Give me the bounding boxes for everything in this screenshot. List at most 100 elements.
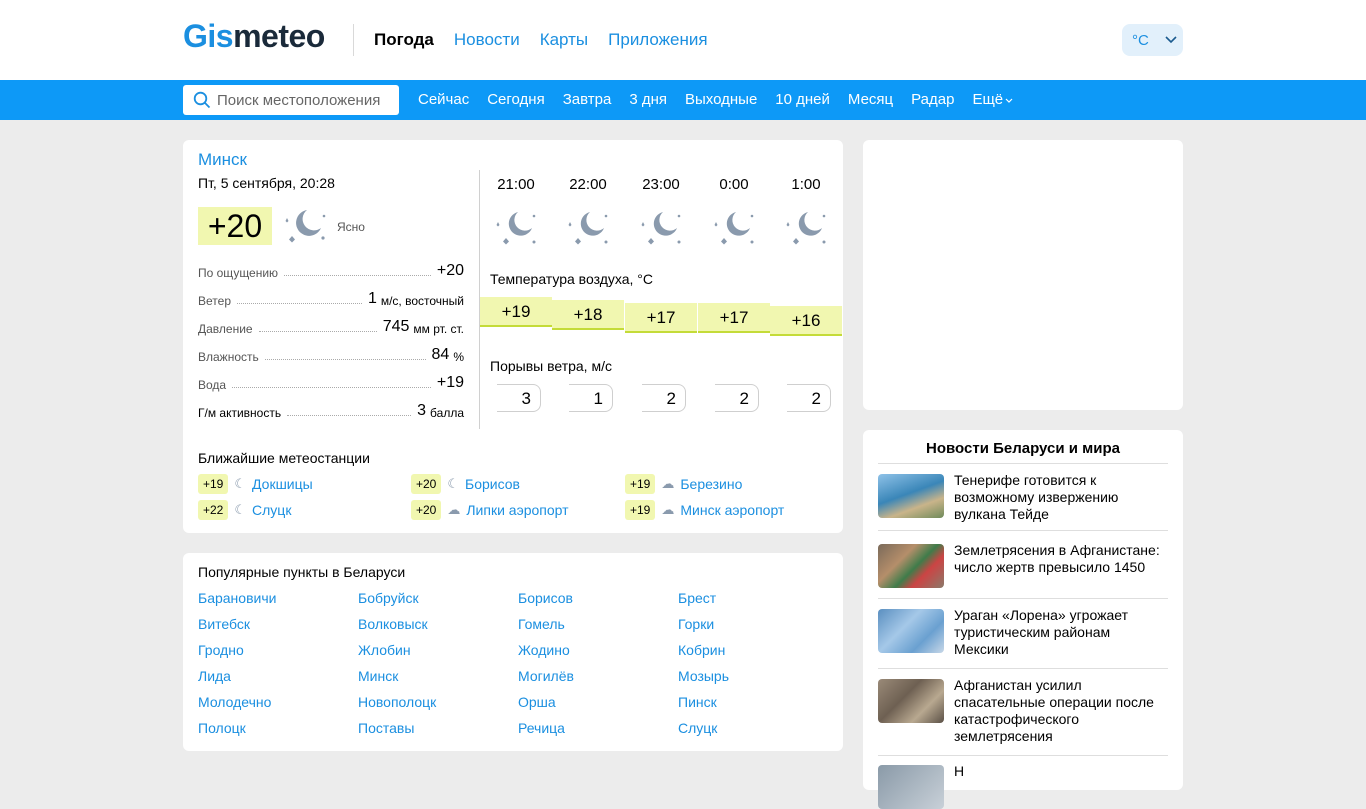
subnav-today[interactable]: Сегодня bbox=[487, 90, 545, 110]
site-header: Gismeteo Погода Новости Карты Приложения… bbox=[0, 0, 1366, 80]
detail-row-water: Вода +19 bbox=[198, 374, 464, 392]
news-link[interactable]: Землетрясения в Афганистане: число жертв… bbox=[954, 542, 1168, 576]
subnav-3days[interactable]: 3 дня bbox=[629, 90, 667, 110]
hourly-temperature-bar: +17 bbox=[625, 303, 697, 333]
news-link[interactable]: Ураган «Лорена» угрожает туристическим р… bbox=[954, 607, 1168, 658]
subnav-now[interactable]: Сейчас bbox=[418, 90, 469, 110]
detail-row-geomagnetic: Г/м активность 3 балла bbox=[198, 402, 464, 420]
popular-place-link[interactable]: Лида bbox=[198, 668, 231, 684]
nav-news[interactable]: Новости bbox=[454, 30, 520, 50]
popular-place-link[interactable]: Минск bbox=[358, 668, 398, 684]
divider bbox=[878, 598, 1168, 599]
popular-place-link[interactable]: Барановичи bbox=[198, 590, 276, 606]
station-link[interactable]: Докшицы bbox=[252, 476, 313, 492]
station-item[interactable]: +20 ☾ Борисов bbox=[411, 474, 520, 494]
period-nav: Сейчас Сегодня Завтра 3 дня Выходные 10 … bbox=[418, 90, 1013, 110]
station-link[interactable]: Борисов bbox=[465, 476, 520, 492]
popular-place-link[interactable]: Бобруйск bbox=[358, 590, 419, 606]
station-link[interactable]: Слуцк bbox=[252, 502, 291, 518]
station-temp: +20 bbox=[411, 474, 442, 494]
clear-night-icon bbox=[496, 212, 536, 245]
city-name[interactable]: Минск bbox=[198, 150, 247, 170]
clear-night-icon: ☾ bbox=[234, 476, 247, 491]
popular-place-link[interactable]: Могилёв bbox=[518, 668, 574, 684]
popular-place-link[interactable]: Молодечно bbox=[198, 694, 271, 710]
search-box[interactable] bbox=[183, 85, 399, 115]
current-weather-card: Минск Пт, 5 сентября, 20:28 +20 Ясно По … bbox=[183, 140, 843, 533]
popular-place-link[interactable]: Борисов bbox=[518, 590, 573, 606]
popular-place-link[interactable]: Новополоцк bbox=[358, 694, 436, 710]
nav-maps[interactable]: Карты bbox=[540, 30, 588, 50]
popular-place-link[interactable]: Гродно bbox=[198, 642, 244, 658]
news-link[interactable]: Н bbox=[954, 763, 1168, 780]
subnav-10days[interactable]: 10 дней bbox=[775, 90, 830, 110]
divider bbox=[878, 668, 1168, 669]
nav-weather[interactable]: Погода bbox=[374, 30, 434, 50]
popular-place-link[interactable]: Поставы bbox=[358, 720, 414, 736]
station-link[interactable]: Березино bbox=[680, 476, 742, 492]
nav-apps[interactable]: Приложения bbox=[608, 30, 707, 50]
station-item[interactable]: +20 ☁ Липки аэропорт bbox=[411, 500, 569, 520]
clear-night-icon bbox=[285, 210, 326, 243]
chevron-down-icon bbox=[1005, 98, 1013, 103]
popular-place-link[interactable]: Пинск bbox=[678, 694, 717, 710]
clear-night-icon bbox=[641, 212, 681, 245]
popular-place-link[interactable]: Горки bbox=[678, 616, 714, 632]
wind-gust-value: 2 bbox=[642, 384, 686, 412]
divider bbox=[878, 463, 1168, 464]
divider bbox=[878, 755, 1168, 756]
news-thumbnail[interactable] bbox=[878, 544, 944, 588]
hourly-temperature-bar: +19 bbox=[480, 297, 552, 327]
popular-places-card: Популярные пункты в Беларуси Барановичи В… bbox=[183, 553, 843, 751]
news-thumbnail[interactable] bbox=[878, 474, 944, 518]
news-link[interactable]: Афганистан усилил спасательные операции … bbox=[954, 677, 1168, 745]
popular-place-link[interactable]: Жлобин bbox=[358, 642, 411, 658]
station-item[interactable]: +22 ☾ Слуцк bbox=[198, 500, 291, 520]
popular-place-link[interactable]: Полоцк bbox=[198, 720, 246, 736]
clear-night-icon bbox=[786, 212, 826, 245]
popular-place-link[interactable]: Орша bbox=[518, 694, 556, 710]
divider bbox=[878, 530, 1168, 531]
popular-place-link[interactable]: Брест bbox=[678, 590, 716, 606]
wind-gust-value: 2 bbox=[715, 384, 759, 412]
station-item[interactable]: +19 ☾ Докшицы bbox=[198, 474, 313, 494]
popular-place-link[interactable]: Слуцк bbox=[678, 720, 717, 736]
hour-time: 23:00 bbox=[642, 176, 680, 193]
hour-time: 0:00 bbox=[719, 176, 749, 193]
cloudy-night-icon: ☁ bbox=[447, 502, 461, 517]
popular-place-link[interactable]: Речица bbox=[518, 720, 565, 736]
nearby-stations-label: Ближайшие метеостанции bbox=[198, 450, 370, 466]
subnav-more[interactable]: Ещё bbox=[972, 90, 1013, 110]
search-input[interactable] bbox=[217, 91, 392, 109]
hour-time: 22:00 bbox=[569, 176, 607, 193]
news-link[interactable]: Тенерифе готовится к возможному извержен… bbox=[954, 472, 1168, 523]
popular-place-link[interactable]: Жодино bbox=[518, 642, 570, 658]
popular-place-link[interactable]: Волковыск bbox=[358, 616, 428, 632]
station-item[interactable]: +19 ☁ Березино bbox=[625, 474, 742, 494]
news-thumbnail[interactable] bbox=[878, 765, 944, 809]
news-card: Новости Беларуси и мира Тенерифе готовит… bbox=[863, 430, 1183, 809]
news-thumbnail[interactable] bbox=[878, 609, 944, 653]
station-item[interactable]: +19 ☁ Минск аэропорт bbox=[625, 500, 784, 520]
popular-place-link[interactable]: Мозырь bbox=[678, 668, 729, 684]
site-logo[interactable]: Gismeteo bbox=[183, 18, 325, 54]
popular-place-link[interactable]: Кобрин bbox=[678, 642, 725, 658]
chevron-down-icon bbox=[1165, 36, 1177, 44]
station-link[interactable]: Минск аэропорт bbox=[680, 502, 784, 518]
subnav-weekend[interactable]: Выходные bbox=[685, 90, 757, 110]
popular-place-link[interactable]: Витебск bbox=[198, 616, 250, 632]
news-title: Новости Беларуси и мира bbox=[926, 440, 1120, 457]
popular-place-link[interactable]: Гомель bbox=[518, 616, 565, 632]
station-temp: +19 bbox=[625, 500, 656, 520]
clear-night-icon: ☾ bbox=[447, 476, 460, 491]
news-thumbnail[interactable] bbox=[878, 679, 944, 723]
subnav-tomorrow[interactable]: Завтра bbox=[563, 90, 612, 110]
clear-night-icon: ☾ bbox=[234, 502, 247, 517]
condition-label: Ясно bbox=[337, 220, 365, 234]
subnav-radar[interactable]: Радар bbox=[911, 90, 954, 110]
hour-time: 1:00 bbox=[791, 176, 821, 193]
subnav-month[interactable]: Месяц bbox=[848, 90, 893, 110]
station-link[interactable]: Липки аэропорт bbox=[466, 502, 568, 518]
cloudy-night-icon: ☁ bbox=[661, 476, 675, 491]
unit-selector[interactable]: °C bbox=[1122, 24, 1183, 56]
